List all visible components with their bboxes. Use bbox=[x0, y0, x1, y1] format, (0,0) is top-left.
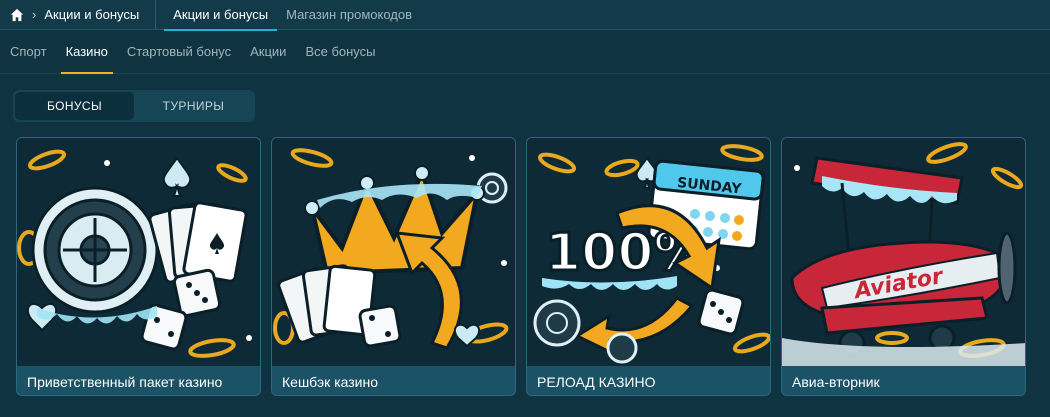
bonuses-toggle[interactable]: БОНУСЫ bbox=[15, 92, 134, 120]
home-icon[interactable] bbox=[10, 8, 24, 22]
bonus-card-cashback[interactable]: Кешбэк казино bbox=[271, 137, 516, 396]
tab-promotions[interactable]: Акции bbox=[250, 30, 286, 74]
bonus-tournament-switch: БОНУСЫ ТУРНИРЫ bbox=[13, 90, 255, 122]
breadcrumb-label[interactable]: Акции и бонусы bbox=[44, 7, 139, 22]
crown-cashback-illustration bbox=[272, 138, 515, 366]
category-tabs: Спорт Казино Стартовый бонус Акции Все б… bbox=[0, 30, 1050, 74]
card-title: Авиа-вторник bbox=[782, 366, 1025, 395]
bonus-card-reload[interactable]: SUNDAY 100% РЕЛОАД КАЗИНО bbox=[526, 137, 771, 396]
aviator-plane-illustration: Aviator bbox=[782, 138, 1025, 366]
tournaments-toggle[interactable]: ТУРНИРЫ bbox=[134, 92, 253, 120]
tab-sport[interactable]: Спорт bbox=[10, 30, 47, 74]
reload-100-percent-illustration: SUNDAY 100% bbox=[527, 138, 770, 366]
tab-promo-shop[interactable]: Магазин промокодов bbox=[277, 0, 421, 30]
bonus-cards: Приветственный пакет казино Кешбэк казин… bbox=[16, 137, 1026, 396]
roulette-cards-dice-illustration bbox=[17, 138, 260, 366]
tab-casino[interactable]: Казино bbox=[60, 30, 114, 74]
card-title: РЕЛОАД КАЗИНО bbox=[527, 366, 770, 395]
top-navigation: › Акции и бонусы Акции и бонусы Магазин … bbox=[0, 0, 1050, 31]
card-title: Приветственный пакет казино bbox=[17, 366, 260, 395]
tab-all-bonuses[interactable]: Все бонусы bbox=[305, 30, 375, 74]
tab-promotions-bonuses[interactable]: Акции и бонусы bbox=[164, 0, 277, 31]
chevron-right-icon: › bbox=[32, 7, 37, 22]
card-title: Кешбэк казино bbox=[272, 366, 515, 395]
breadcrumb[interactable]: › Акции и бонусы bbox=[0, 0, 149, 30]
tab-starter-bonus[interactable]: Стартовый бонус bbox=[127, 30, 231, 74]
divider bbox=[155, 0, 157, 30]
bonus-card-welcome[interactable]: Приветственный пакет казино bbox=[16, 137, 261, 396]
bonus-card-aviator[interactable]: Aviator Авиа-вторник bbox=[781, 137, 1026, 396]
